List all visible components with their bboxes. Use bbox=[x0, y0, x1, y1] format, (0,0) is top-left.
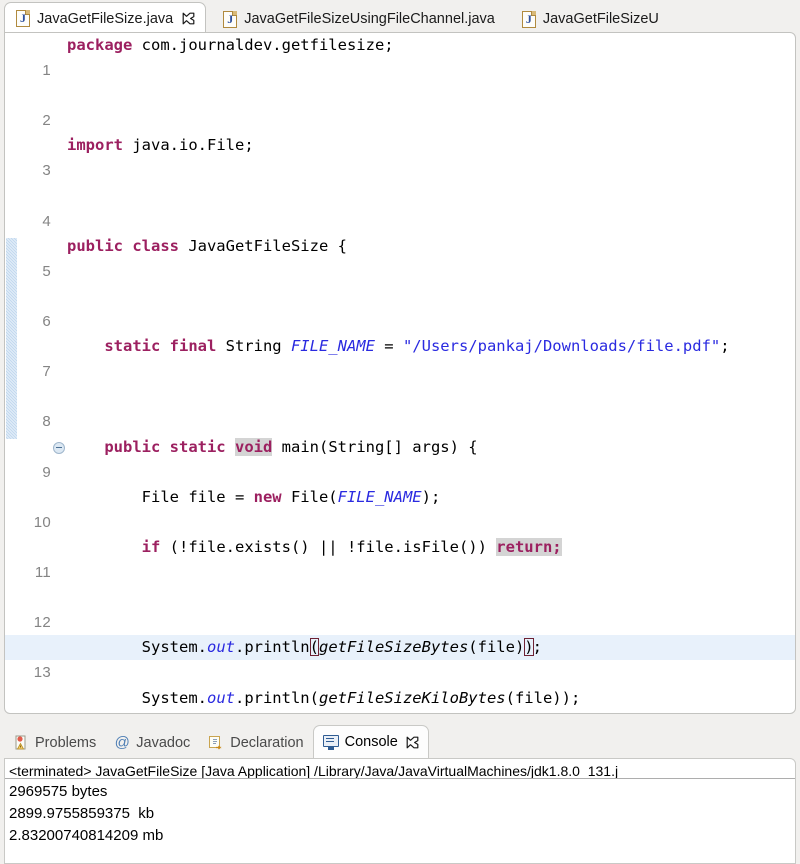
code-line[interactable]: 9 public static void main(String[] args)… bbox=[5, 435, 795, 481]
view-tab-label: Javadoc bbox=[136, 735, 191, 751]
code-line[interactable]: 10 File file = new File(FILE_NAME); bbox=[5, 485, 795, 531]
view-tab-bar: Problems @ Javadoc Declaration Console bbox=[4, 722, 796, 758]
line-number: 4 bbox=[42, 212, 51, 230]
view-tab-problems[interactable]: Problems bbox=[4, 728, 105, 758]
editor-tab-label: JavaGetFileSize.java bbox=[37, 10, 174, 27]
view-tab-label: Declaration bbox=[230, 735, 304, 751]
editor-tab-bar: J JavaGetFileSize.java J JavaGetFileSize… bbox=[0, 0, 800, 34]
line-number: 11 bbox=[34, 564, 51, 582]
view-tab-javadoc[interactable]: @ Javadoc bbox=[105, 728, 199, 758]
line-content: if (!file.exists() || !file.isFile()) re… bbox=[141, 537, 562, 556]
line-content: System.out.println(getFileSizeKiloBytes(… bbox=[67, 688, 581, 707]
code-line[interactable]: 11 if (!file.exists() || !file.isFile())… bbox=[5, 535, 795, 581]
view-tab-label: Problems bbox=[35, 735, 97, 751]
code-line[interactable]: 2 bbox=[5, 83, 795, 129]
java-file-icon: J bbox=[521, 10, 536, 28]
java-file-icon: J bbox=[223, 10, 238, 28]
fold-collapse-icon[interactable] bbox=[53, 441, 65, 454]
close-icon[interactable] bbox=[406, 736, 419, 749]
line-number: 10 bbox=[33, 513, 51, 531]
java-file-icon: J bbox=[16, 10, 30, 27]
code-line[interactable]: 3 import java.io.File; bbox=[5, 133, 795, 179]
line-number: 8 bbox=[42, 413, 51, 431]
console-output: 2969575 bytes 2899.9755859375 kb 2.83200… bbox=[9, 783, 164, 844]
code-line[interactable]: 12 bbox=[5, 585, 795, 631]
line-content: package com.journaldev.getfilesize; bbox=[67, 36, 394, 54]
editor-tab-javagetfilesize[interactable]: J JavaGetFileSize.java bbox=[4, 2, 207, 34]
editor-tab-javagetfilesizeu[interactable]: J JavaGetFileSizeU bbox=[511, 4, 669, 34]
code-line[interactable]: 1 package com.journaldev.getfilesize; bbox=[5, 33, 795, 79]
code-line-current[interactable]: 13 System.out.println(getFileSizeBytes(f… bbox=[5, 635, 795, 681]
problems-icon bbox=[13, 735, 29, 751]
code-line[interactable]: 5 public class JavaGetFileSize { bbox=[5, 234, 795, 280]
declaration-icon bbox=[208, 735, 224, 751]
editor-tab-label: JavaGetFileSizeU bbox=[542, 11, 659, 27]
console-body[interactable]: <terminated> JavaGetFileSize [Java Appli… bbox=[4, 758, 796, 864]
line-content: System.out.println(getFileSizeBytes(file… bbox=[67, 638, 542, 657]
code-area[interactable]: 1 package com.journaldev.getfilesize; 2 … bbox=[5, 33, 795, 713]
line-number: 9 bbox=[42, 463, 51, 481]
code-line[interactable]: 4 bbox=[5, 184, 795, 230]
text-caret bbox=[532, 638, 534, 656]
close-icon[interactable] bbox=[182, 12, 195, 25]
editor-tab-javagetfilesizeusingfilechannel[interactable]: J JavaGetFileSizeUsingFileChannel.java bbox=[212, 4, 505, 34]
code-line[interactable]: 7 static final String FILE_NAME = "/User… bbox=[5, 334, 795, 380]
line-number: 5 bbox=[42, 262, 51, 280]
code-line[interactable]: 14 System.out.println(getFileSizeKiloByt… bbox=[5, 686, 795, 711]
line-number: 6 bbox=[42, 313, 51, 331]
line-number: 14 bbox=[5, 711, 51, 713]
line-number: 1 bbox=[42, 62, 51, 80]
view-tab-console[interactable]: Console bbox=[312, 725, 429, 758]
console-process-label: <terminated> JavaGetFileSize [Java Appli… bbox=[5, 759, 795, 779]
line-content: File file = new File(FILE_NAME); bbox=[67, 487, 441, 506]
view-tab-label: Console bbox=[344, 734, 398, 750]
line-content: public static void main(String[] args) { bbox=[104, 437, 478, 456]
console-panel: Problems @ Javadoc Declaration Console <… bbox=[4, 722, 796, 864]
console-icon bbox=[322, 734, 339, 750]
code-line[interactable]: 8 bbox=[5, 384, 795, 430]
at-sign-icon: @ bbox=[114, 734, 130, 751]
line-number: 2 bbox=[42, 112, 51, 130]
code-line[interactable]: 6 bbox=[5, 284, 795, 330]
code-editor[interactable]: 1 package com.journaldev.getfilesize; 2 … bbox=[4, 32, 796, 714]
line-number: 7 bbox=[42, 363, 51, 381]
editor-tab-label: JavaGetFileSizeUsingFileChannel.java bbox=[244, 11, 495, 27]
eclipse-window: J JavaGetFileSize.java J JavaGetFileSize… bbox=[0, 0, 800, 864]
line-number: 13 bbox=[33, 664, 51, 682]
view-tab-declaration[interactable]: Declaration bbox=[199, 728, 312, 758]
line-content: import java.io.File; bbox=[67, 136, 254, 155]
line-content: static final String FILE_NAME = "/Users/… bbox=[104, 337, 730, 356]
line-content: public class JavaGetFileSize { bbox=[67, 236, 347, 255]
line-number: 3 bbox=[42, 162, 51, 180]
line-number: 12 bbox=[33, 614, 51, 632]
